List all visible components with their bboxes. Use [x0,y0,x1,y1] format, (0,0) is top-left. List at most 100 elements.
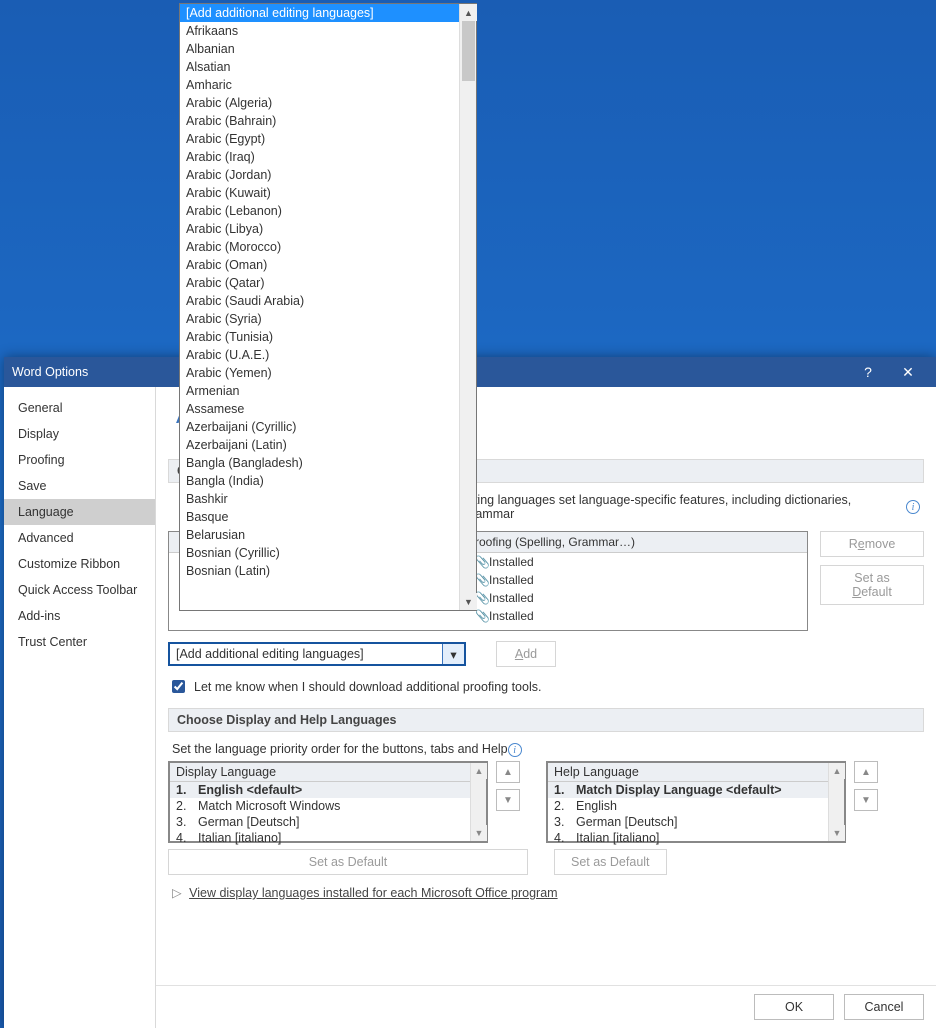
dropdown-option[interactable]: Arabic (Yemen) [180,364,459,382]
list-item[interactable]: Italian [italiano] [576,831,659,845]
proof-status: Installed [483,553,540,571]
editing-desc: diting languages set language-specific f… [464,493,902,521]
dropdown-option[interactable]: Amharic [180,76,459,94]
dialog-title: Word Options [12,365,88,379]
dropdown-option[interactable]: Belarusian [180,526,459,544]
add-language-dropdown-popup[interactable]: [Add additional editing languages]Afrika… [179,3,477,611]
scroll-down-icon[interactable]: ▼ [460,593,477,610]
dropdown-option[interactable]: Arabic (Algeria) [180,94,459,112]
sidebar-proofing[interactable]: Proofing [4,447,155,473]
dropdown-option[interactable]: Arabic (Bahrain) [180,112,459,130]
dropdown-option[interactable]: Arabic (Egypt) [180,130,459,148]
scroll-thumb[interactable] [462,21,475,81]
scroll-down-icon[interactable]: ▼ [829,825,845,841]
scrollbar[interactable]: ▲ ▼ [828,763,844,841]
scrollbar[interactable]: ▲ ▼ [470,763,486,841]
sidebar-trust-center[interactable]: Trust Center [4,629,155,655]
dropdown-option[interactable]: Arabic (Morocco) [180,238,459,256]
scroll-up-icon[interactable]: ▲ [460,4,477,21]
info-icon[interactable]: i [906,500,920,514]
checkbox-label: Let me know when I should download addit… [194,680,541,694]
proof-status: Installed [483,589,540,607]
sidebar-addins[interactable]: Add-ins [4,603,155,629]
expand-triangle-icon: ▷ [172,886,182,900]
dropdown-option[interactable]: Bosnian (Cyrillic) [180,544,459,562]
checkbox-input[interactable] [172,680,185,693]
dropdown-option[interactable]: Arabic (Tunisia) [180,328,459,346]
sidebar-advanced[interactable]: Advanced [4,525,155,551]
priority-desc: Set the language priority order for the … [172,742,508,756]
dropdown-option[interactable]: Arabic (Saudi Arabia) [180,292,459,310]
display-help-heading: Choose Display and Help Languages [168,708,924,732]
proof-status: Installed [483,571,540,589]
list-item[interactable]: Italian [italiano] [198,831,281,845]
remove-button[interactable]: Remove [820,531,924,557]
sidebar-general[interactable]: General [4,395,155,421]
help-lang-header: Help Language [548,763,844,782]
dropdown-scrollbar[interactable]: ▲ ▼ [459,4,476,610]
list-item[interactable]: English <default> [198,783,302,797]
dropdown-option[interactable]: Azerbaijani (Latin) [180,436,459,454]
sidebar-customize-ribbon[interactable]: Customize Ribbon [4,551,155,577]
move-up-button[interactable]: ▲ [854,761,878,783]
set-default-button[interactable]: Set as Default [820,565,924,605]
dropdown-option[interactable]: Albanian [180,40,459,58]
sidebar-language[interactable]: Language [4,499,155,525]
close-button[interactable]: ✕ [888,357,928,387]
dropdown-option[interactable]: Alsatian [180,58,459,76]
dropdown-option[interactable]: Arabic (Iraq) [180,148,459,166]
list-item[interactable]: Match Display Language <default> [576,783,782,797]
dropdown-option[interactable]: Bangla (Bangladesh) [180,454,459,472]
display-language-list[interactable]: Display Language 1.English <default> 2.M… [168,761,488,843]
set-default-help-button[interactable]: Set as Default [554,849,667,875]
view-installed-languages-link[interactable]: ▷ View display languages installed for e… [172,885,920,900]
display-lang-header: Display Language [170,763,486,782]
sidebar-save[interactable]: Save [4,473,155,499]
sidebar-quick-access[interactable]: Quick Access Toolbar [4,577,155,603]
dropdown-option[interactable]: Armenian [180,382,459,400]
add-language-dropdown[interactable]: [Add additional editing languages] ▾ [168,642,466,666]
dropdown-option[interactable]: Afrikaans [180,22,459,40]
list-item[interactable]: German [Deutsch] [576,815,677,829]
add-language-selected: [Add additional editing languages] [170,647,442,661]
list-item[interactable]: German [Deutsch] [198,815,299,829]
dropdown-option[interactable]: Arabic (U.A.E.) [180,346,459,364]
dropdown-option[interactable]: Arabic (Syria) [180,310,459,328]
dropdown-option[interactable]: Bosnian (Latin) [180,562,459,580]
move-down-button[interactable]: ▼ [496,789,520,811]
scroll-up-icon[interactable]: ▲ [471,763,487,779]
dropdown-option[interactable]: [Add additional editing languages] [180,4,459,22]
category-sidebar: General Display Proofing Save Language A… [4,387,156,1028]
help-button[interactable]: ? [848,357,888,387]
dropdown-option[interactable]: Bangla (India) [180,472,459,490]
cancel-button[interactable]: Cancel [844,994,924,1020]
help-language-list[interactable]: Help Language 1.Match Display Language <… [546,761,846,843]
proof-status: Installed [483,607,540,625]
move-up-button[interactable]: ▲ [496,761,520,783]
dropdown-option[interactable]: Arabic (Oman) [180,256,459,274]
add-button[interactable]: Add [496,641,556,667]
move-down-button[interactable]: ▼ [854,789,878,811]
dropdown-caret-icon[interactable]: ▾ [442,644,464,664]
sidebar-display[interactable]: Display [4,421,155,447]
dropdown-option[interactable]: Azerbaijani (Cyrillic) [180,418,459,436]
dropdown-option[interactable]: Arabic (Qatar) [180,274,459,292]
info-icon[interactable]: i [508,743,522,757]
dialog-footer: OK Cancel [156,985,936,1028]
dropdown-option[interactable]: Arabic (Lebanon) [180,202,459,220]
scroll-down-icon[interactable]: ▼ [471,825,487,841]
set-default-display-button[interactable]: Set as Default [168,849,528,875]
ok-button[interactable]: OK [754,994,834,1020]
proofing-col-header: roofing (Spelling, Grammar…) [475,535,635,549]
scroll-up-icon[interactable]: ▲ [829,763,845,779]
dropdown-list[interactable]: [Add additional editing languages]Afrika… [180,4,459,610]
dropdown-option[interactable]: Arabic (Libya) [180,220,459,238]
dropdown-option[interactable]: Assamese [180,400,459,418]
list-item[interactable]: English [576,799,617,813]
dropdown-option[interactable]: Arabic (Jordan) [180,166,459,184]
list-item[interactable]: Match Microsoft Windows [198,799,340,813]
dropdown-option[interactable]: Basque [180,508,459,526]
dropdown-option[interactable]: Arabic (Kuwait) [180,184,459,202]
dropdown-option[interactable]: Bashkir [180,490,459,508]
download-proofing-checkbox[interactable]: Let me know when I should download addit… [168,677,924,696]
